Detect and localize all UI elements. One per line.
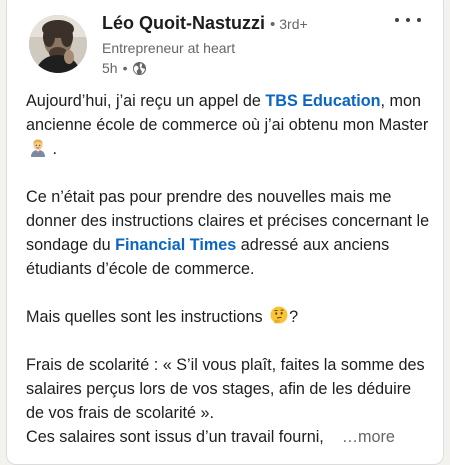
author-name-row: Léo Quoit-Nastuzzi • 3rd+ (102, 13, 308, 34)
p1-tail: . (48, 140, 57, 158)
post-paragraph-1: Aujourd’hui, j’ai reçu un appel de TBS E… (26, 89, 431, 161)
p3-text: Mais quelles sont les instructions (26, 308, 263, 326)
more-horizontal-icon (395, 18, 399, 22)
profile-photo-icon (29, 15, 87, 73)
degree-separator: • (270, 16, 276, 33)
p3-tail: ? (289, 308, 299, 326)
more-options-button[interactable] (395, 13, 421, 27)
post-paragraph-4: Frais de scolarité : « S’il vous plaît, … (26, 353, 431, 449)
tbs-education-link[interactable]: TBS Education (265, 92, 380, 110)
financial-times-link[interactable]: Financial Times (115, 236, 236, 254)
connection-degree: 3rd+ (279, 16, 308, 32)
see-more-button[interactable]: …more (342, 428, 395, 446)
author-name[interactable]: Léo Quoit-Nastuzzi (102, 13, 265, 34)
p4-line-2: Ces salaires sont issus d’un travail fou… (26, 428, 324, 446)
post-paragraph-2: Ce n’était pas pour prendre des nouvelle… (26, 185, 431, 281)
post-header: Léo Quoit-Nastuzzi • 3rd+ Entrepreneur a… (7, 0, 443, 83)
more-horizontal-icon-dot (406, 18, 410, 22)
post-paragraph-3: Mais quelles sont les instructions ? (26, 305, 431, 329)
globe-icon (132, 61, 147, 76)
man-office-worker-emoji-icon (28, 137, 48, 157)
thinking-face-emoji-icon (269, 305, 289, 325)
author-headline: Entrepreneur at heart (102, 40, 236, 56)
more-horizontal-icon-dot (417, 18, 421, 22)
post-meta: 5h • (102, 60, 147, 76)
meta-separator: • (122, 60, 128, 76)
author-avatar[interactable] (29, 15, 87, 73)
post-time: 5h (102, 60, 118, 76)
post-body: Aujourd’hui, j’ai reçu un appel de TBS E… (26, 89, 431, 449)
post-card: Léo Quoit-Nastuzzi • 3rd+ Entrepreneur a… (6, 0, 444, 465)
p4-line-1: Frais de scolarité : « S’il vous plaît, … (26, 356, 425, 422)
p1-text-before: Aujourd’hui, j’ai reçu un appel de (26, 92, 266, 110)
